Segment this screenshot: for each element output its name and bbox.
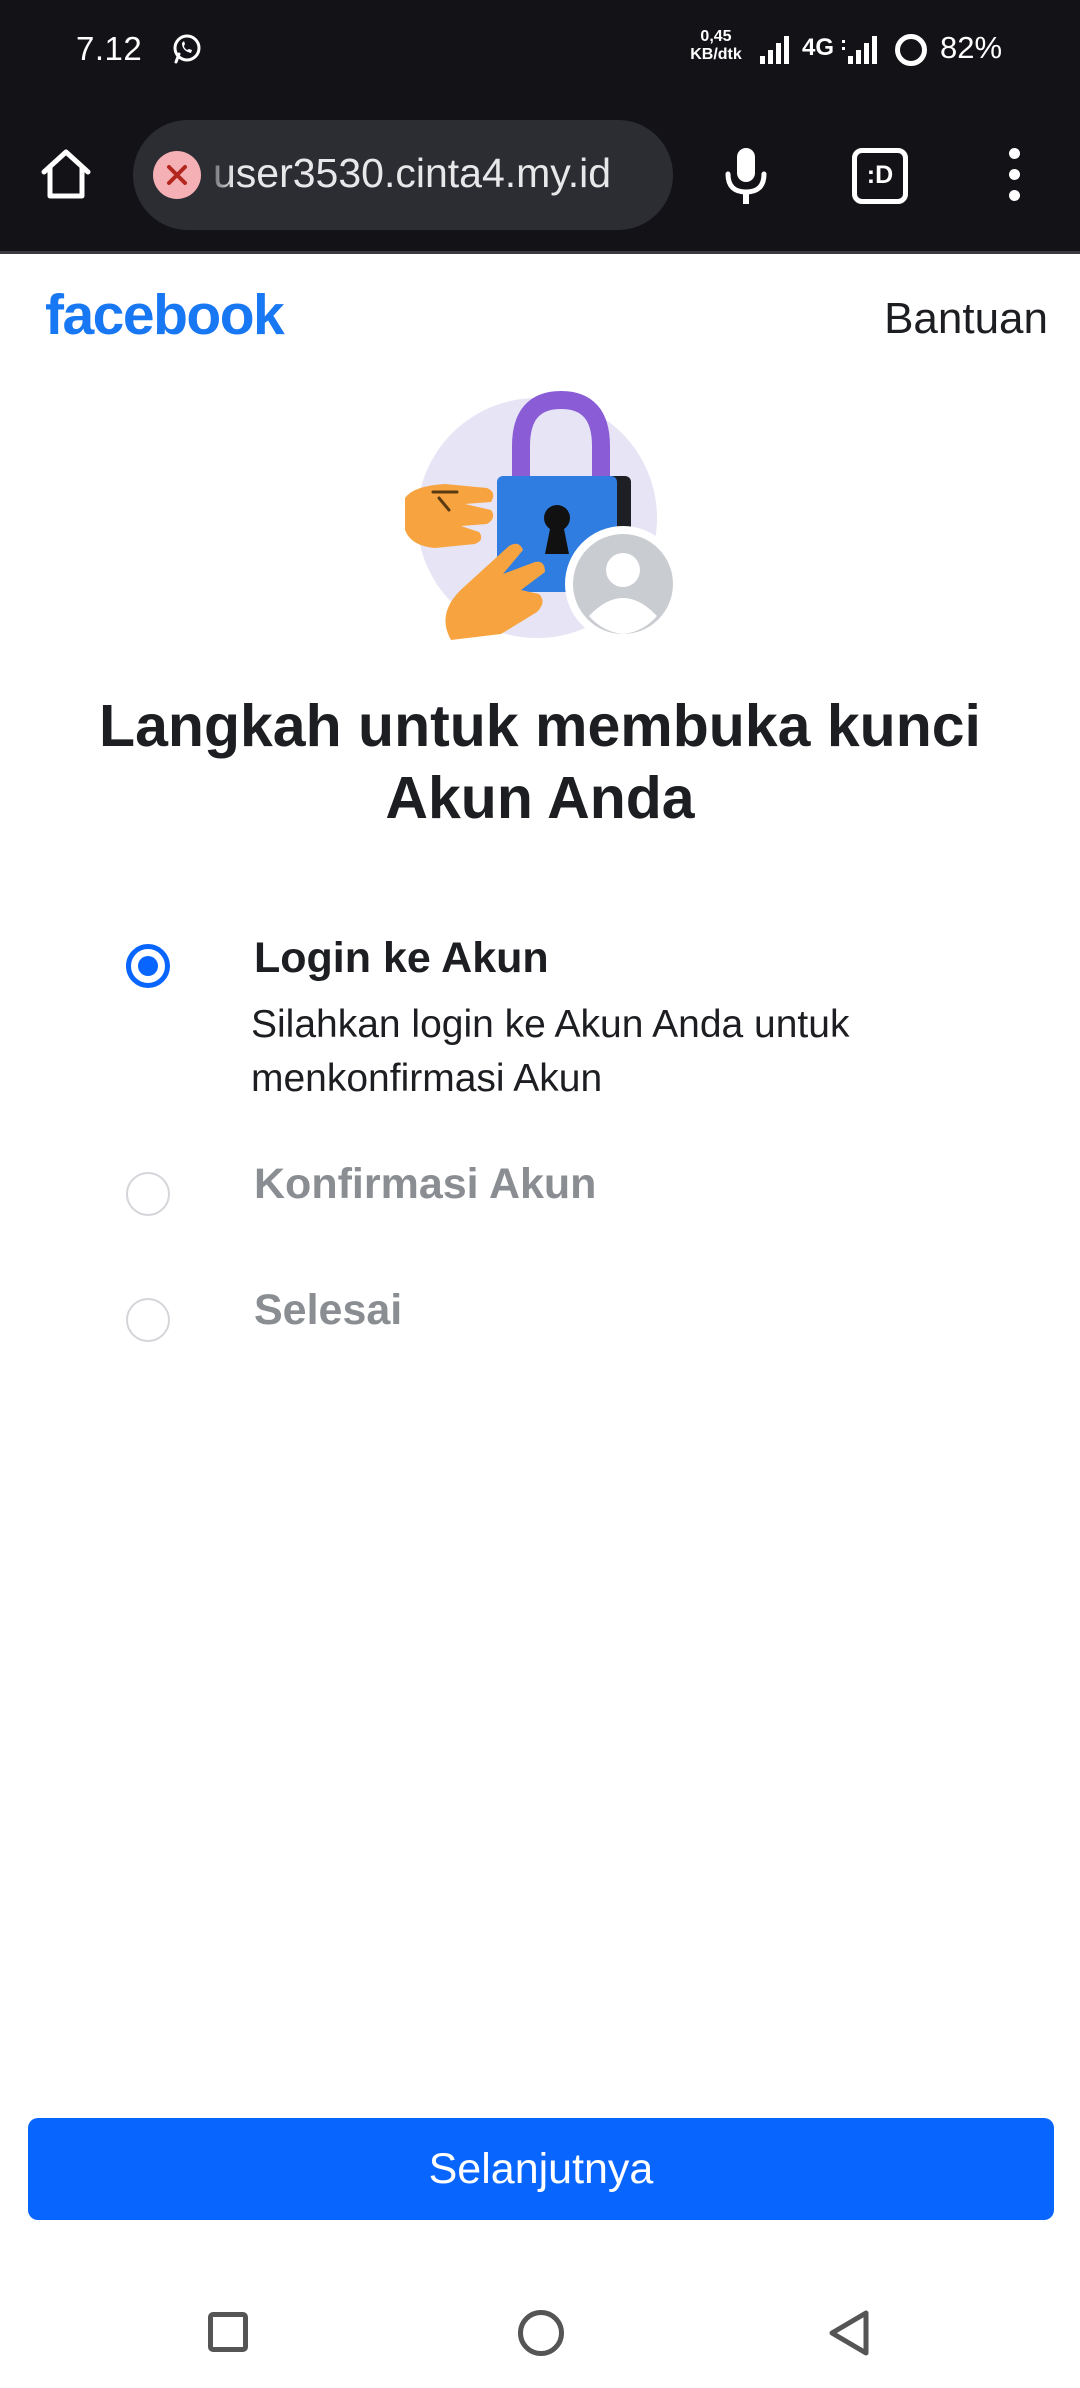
net-speed-unit: KB/dtk [690,46,742,63]
step-title: Konfirmasi Akun [254,1160,597,1208]
net-speed: 0,45 KB/dtk [684,28,748,64]
battery-ring-icon [895,34,927,66]
net-speed-value: 0,45 [700,28,732,45]
page-title: Langkah untuk membuka kunci Akun Anda [99,693,981,831]
signal-icon [842,36,877,64]
status-bar: 7.12 0,45 KB/dtk 4G 82% [0,0,1080,100]
account-lock-illustration [405,390,681,642]
address-bar[interactable]: user3530.cinta4.my.id [133,120,673,230]
help-link[interactable]: Bantuan [884,294,1048,344]
overflow-menu-icon[interactable] [994,148,1034,208]
battery-level: 82% [940,30,1003,65]
network-type: 4G [802,34,835,61]
whatsapp-icon [173,34,201,64]
step-radio[interactable] [126,1172,170,1216]
tab-switcher-button[interactable]: :D [852,148,908,204]
next-button[interactable]: Selanjutnya [28,2118,1054,2220]
back-icon[interactable] [826,2308,872,2358]
microphone-icon[interactable] [720,146,772,206]
step-description: Silahkan login ke Akun Anda untuk menkon… [251,1003,850,1100]
system-nav-bar [0,2260,1080,2388]
url-text[interactable]: user3530.cinta4.my.id [213,150,663,197]
step-title: Selesai [254,1286,403,1334]
facebook-logo[interactable]: facebook [45,282,285,348]
url-fade [203,120,233,230]
recent-apps-icon[interactable] [208,2312,248,2352]
step-radio-active[interactable] [126,944,170,988]
home-circle-icon[interactable] [518,2310,564,2356]
not-secure-icon[interactable] [153,151,201,199]
step-radio[interactable] [126,1298,170,1342]
home-icon[interactable] [36,144,96,204]
browser-toolbar: user3530.cinta4.my.id :D [0,100,1080,254]
signal-icon [760,36,789,64]
step-title: Login ke Akun [254,934,549,982]
status-time: 7.12 [76,30,143,67]
